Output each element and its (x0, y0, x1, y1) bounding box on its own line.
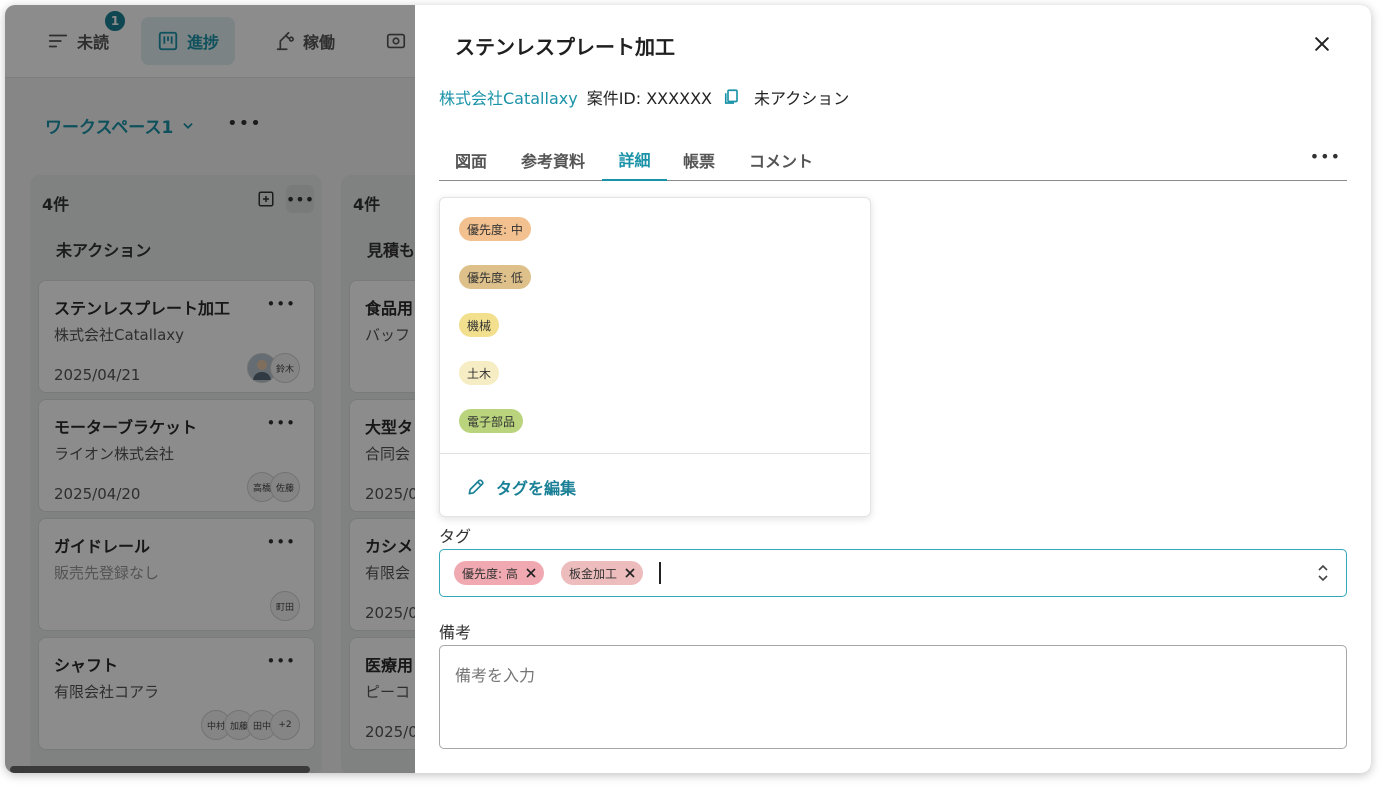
tab-comments[interactable]: コメント (731, 139, 831, 181)
tag-chip: 板金加工 (561, 561, 644, 585)
dropdown-divider (440, 453, 870, 454)
drawer-tabs: 図面 参考資料 詳細 帳票 コメント ••• (439, 139, 1347, 181)
copy-icon[interactable] (722, 88, 740, 106)
tag-chip-label: 優先度: 高 (462, 566, 518, 581)
remove-tag-icon[interactable] (526, 568, 536, 578)
tag-option-electronic-parts[interactable]: 電子部品 (459, 409, 524, 433)
edit-tags-label: タグを編集 (496, 479, 577, 498)
tabs-more-icon[interactable]: ••• (1310, 147, 1341, 166)
chevron-up-down-icon[interactable] (1316, 562, 1330, 584)
case-meta: 株式会社Catallaxy 案件ID: XXXXXX 未アクション (439, 85, 849, 109)
case-id: 案件ID: XXXXXX (586, 89, 712, 108)
notes-label: 備考 (439, 623, 472, 642)
tags-input[interactable]: 優先度: 高 板金加工 (439, 549, 1347, 597)
case-status: 未アクション (754, 89, 850, 108)
tag-option-priority-low[interactable]: 優先度: 低 (459, 265, 531, 289)
drawer-title: ステンレスプレート加工 (455, 35, 675, 59)
edit-tags-button[interactable]: タグを編集 (466, 475, 576, 499)
tab-drawings[interactable]: 図面 (439, 139, 503, 181)
tag-option-machine[interactable]: 機械 (459, 313, 500, 337)
tag-option-priority-medium[interactable]: 優先度: 中 (459, 217, 531, 241)
tab-forms[interactable]: 帳票 (671, 139, 727, 181)
tags-label: タグ (439, 527, 472, 546)
close-icon[interactable] (1307, 29, 1337, 59)
app-window: 未読 1 進捗 稼働 ワークスペース1 ••• 4件 ••• 未アクション ステ… (5, 5, 1371, 773)
tab-references[interactable]: 参考資料 (507, 139, 599, 181)
tag-chip: 優先度: 高 (454, 561, 544, 585)
pencil-icon (468, 479, 484, 495)
text-caret (659, 562, 661, 584)
tag-chip-label: 板金加工 (569, 566, 618, 581)
remove-tag-icon[interactable] (625, 568, 635, 578)
tag-dropdown: 優先度: 中 優先度: 低 機械 土木 電子部品 タグを編集 (439, 197, 871, 517)
notes-field[interactable] (439, 645, 1347, 749)
tab-details[interactable]: 詳細 (602, 139, 667, 181)
company-link[interactable]: 株式会社Catallaxy (439, 85, 578, 109)
tag-option-civil[interactable]: 土木 (459, 361, 500, 385)
case-detail-drawer: ステンレスプレート加工 株式会社Catallaxy 案件ID: XXXXXX 未… (415, 5, 1371, 773)
